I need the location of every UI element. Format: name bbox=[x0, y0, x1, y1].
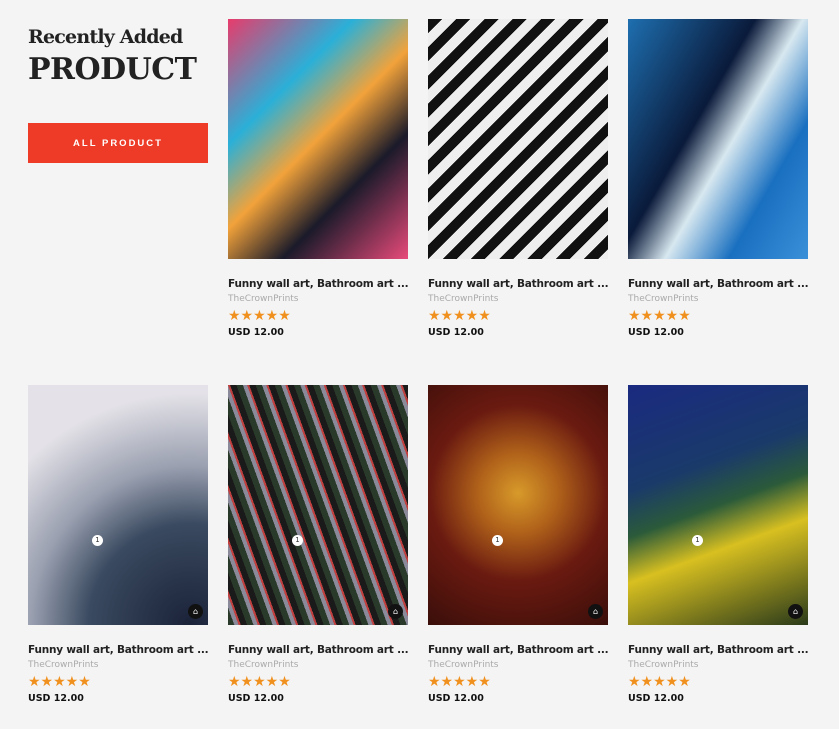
product-title[interactable]: Funny wall art, Bathroom art ... bbox=[228, 644, 409, 656]
section-subtitle: Recently Added bbox=[28, 26, 183, 48]
product-title[interactable]: Funny wall art, Bathroom art ... bbox=[28, 644, 209, 656]
product-image[interactable]: 1 ⌂ bbox=[428, 385, 608, 625]
image-marker[interactable]: 1 bbox=[92, 535, 103, 546]
product-card[interactable]: Funny wall art, Bathroom art ... TheCrow… bbox=[228, 19, 409, 338]
product-image[interactable] bbox=[628, 19, 808, 259]
product-title[interactable]: Funny wall art, Bathroom art ... bbox=[428, 278, 609, 290]
product-image[interactable]: 1 ⌂ bbox=[228, 385, 408, 625]
bag-icon[interactable]: ⌂ bbox=[388, 604, 403, 619]
star-rating: ★★★★★ bbox=[28, 674, 91, 690]
product-price: USD 12.00 bbox=[428, 693, 484, 704]
product-card[interactable]: Funny wall art, Bathroom art ... TheCrow… bbox=[428, 19, 609, 338]
image-marker[interactable]: 1 bbox=[292, 535, 303, 546]
star-rating: ★★★★★ bbox=[628, 308, 691, 324]
product-image[interactable] bbox=[428, 19, 608, 259]
all-product-button[interactable]: ALL PRODUCT bbox=[28, 123, 208, 163]
product-price: USD 12.00 bbox=[428, 327, 484, 338]
product-card[interactable]: 1 ⌂ Funny wall art, Bathroom art ... The… bbox=[628, 385, 809, 704]
product-price: USD 12.00 bbox=[228, 327, 284, 338]
product-title[interactable]: Funny wall art, Bathroom art ... bbox=[628, 644, 809, 656]
product-brand[interactable]: TheCrownPrints bbox=[628, 660, 808, 670]
product-price: USD 12.00 bbox=[228, 693, 284, 704]
product-card[interactable]: 1 ⌂ Funny wall art, Bathroom art ... The… bbox=[228, 385, 409, 704]
product-image[interactable]: 1 ⌂ bbox=[28, 385, 208, 625]
product-title[interactable]: Funny wall art, Bathroom art ... bbox=[428, 644, 609, 656]
product-brand[interactable]: TheCrownPrints bbox=[428, 660, 608, 670]
product-price: USD 12.00 bbox=[628, 693, 684, 704]
bag-icon[interactable]: ⌂ bbox=[788, 604, 803, 619]
product-title[interactable]: Funny wall art, Bathroom art ... bbox=[628, 278, 809, 290]
product-card[interactable]: 1 ⌂ Funny wall art, Bathroom art ... The… bbox=[428, 385, 609, 704]
star-rating: ★★★★★ bbox=[428, 674, 491, 690]
star-rating: ★★★★★ bbox=[428, 308, 491, 324]
product-image[interactable] bbox=[228, 19, 408, 259]
star-rating: ★★★★★ bbox=[228, 674, 291, 690]
product-card[interactable]: 1 ⌂ Funny wall art, Bathroom art ... The… bbox=[28, 385, 209, 704]
product-brand[interactable]: TheCrownPrints bbox=[228, 294, 408, 304]
star-rating: ★★★★★ bbox=[228, 308, 291, 324]
bag-icon[interactable]: ⌂ bbox=[588, 604, 603, 619]
product-title[interactable]: Funny wall art, Bathroom art ... bbox=[228, 278, 409, 290]
product-card[interactable]: Funny wall art, Bathroom art ... TheCrow… bbox=[628, 19, 809, 338]
product-brand[interactable]: TheCrownPrints bbox=[428, 294, 608, 304]
image-marker[interactable]: 1 bbox=[692, 535, 703, 546]
product-price: USD 12.00 bbox=[28, 693, 84, 704]
product-image[interactable]: 1 ⌂ bbox=[628, 385, 808, 625]
product-price: USD 12.00 bbox=[628, 327, 684, 338]
image-marker[interactable]: 1 bbox=[492, 535, 503, 546]
product-brand[interactable]: TheCrownPrints bbox=[228, 660, 408, 670]
product-brand[interactable]: TheCrownPrints bbox=[628, 294, 808, 304]
star-rating: ★★★★★ bbox=[628, 674, 691, 690]
section-title: PRODUCT bbox=[28, 52, 197, 87]
bag-icon[interactable]: ⌂ bbox=[188, 604, 203, 619]
product-brand[interactable]: TheCrownPrints bbox=[28, 660, 208, 670]
